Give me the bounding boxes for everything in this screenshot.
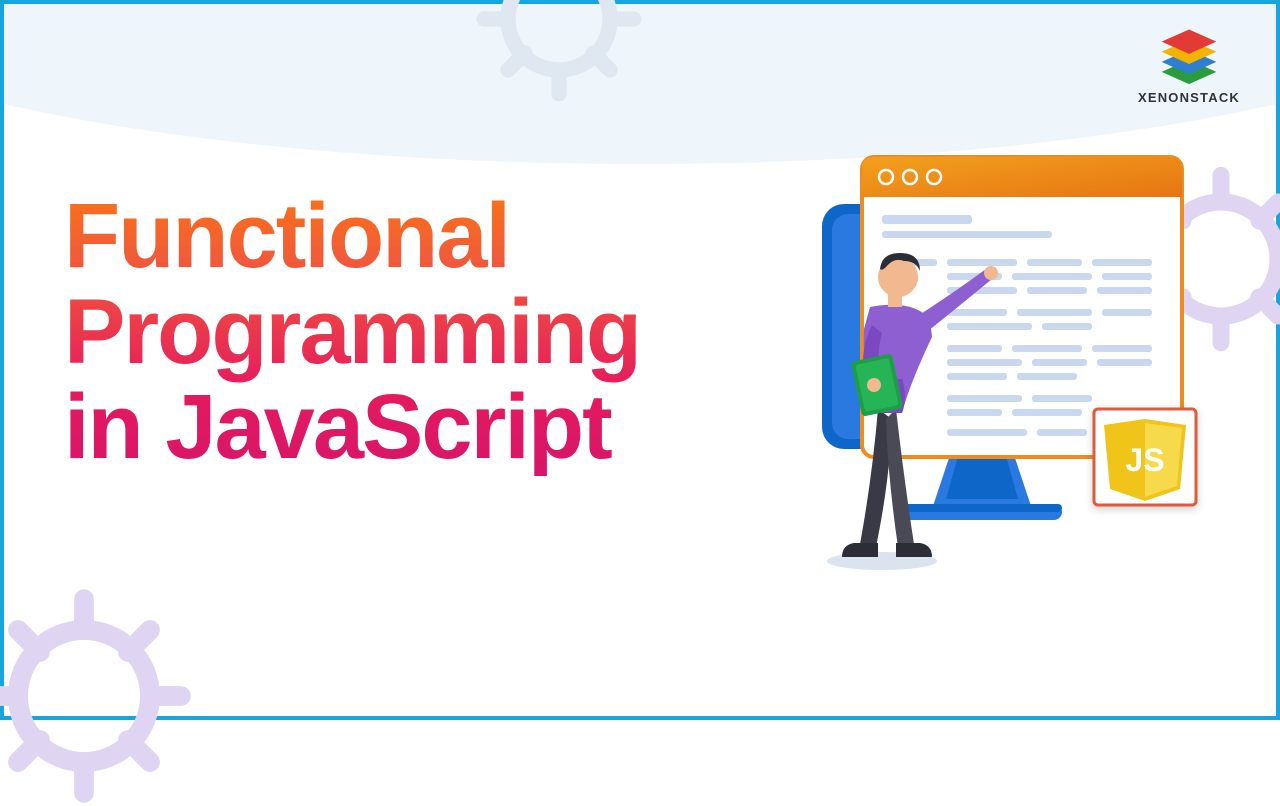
headline-line-2: Programming	[64, 281, 640, 383]
gear-icon	[0, 586, 194, 806]
page-title: Functional Programming in JavaScript	[64, 189, 640, 476]
headline-line-1: Functional	[64, 185, 509, 287]
js-badge-icon: JS	[1094, 409, 1196, 505]
headline-line-3: in JavaScript	[64, 376, 611, 478]
brand-name: XENONSTACK	[1138, 90, 1240, 105]
brand-logo: XENONSTACK	[1138, 28, 1240, 105]
js-label: JS	[1125, 442, 1164, 478]
stack-icon	[1153, 28, 1225, 84]
gear-icon	[474, 0, 644, 104]
hero-illustration: JS	[782, 149, 1212, 599]
